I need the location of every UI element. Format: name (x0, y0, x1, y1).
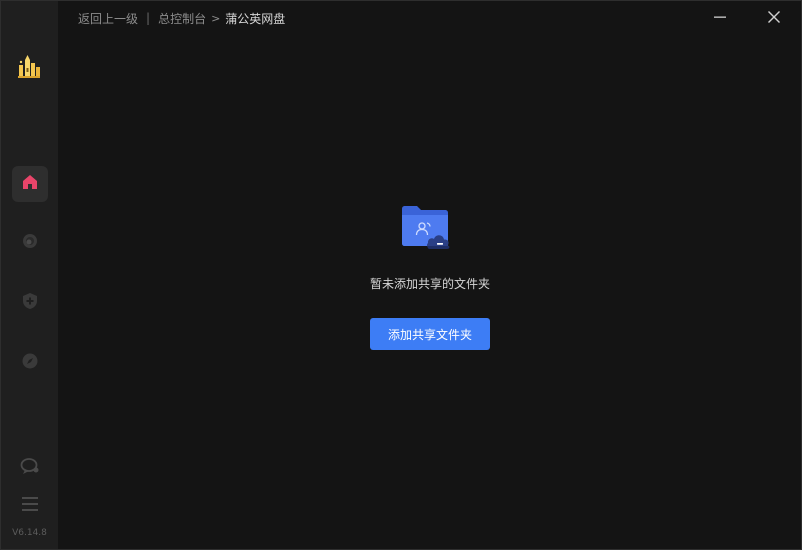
globe-icon (21, 232, 39, 254)
breadcrumb-separator: | (146, 11, 151, 25)
minimize-icon (713, 9, 727, 28)
home-icon (21, 173, 39, 195)
breadcrumb-current: 蒲公英网盘 (225, 11, 286, 26)
sidebar-item-discover[interactable] (12, 345, 48, 381)
empty-state-message: 暂未添加共享的文件夹 (369, 277, 490, 291)
close-icon (767, 9, 781, 28)
menu-icon (22, 496, 38, 515)
sidebar-item-menu[interactable] (12, 487, 48, 523)
back-link[interactable]: 返回上一级 (78, 10, 138, 27)
sidebar: V6.14.8 (1, 1, 58, 549)
compass-icon (21, 352, 39, 374)
add-shared-folder-button[interactable]: 添加共享文件夹 (370, 318, 490, 350)
breadcrumb-parent[interactable]: 总控制台 (158, 10, 206, 27)
version-label: V6.14.8 (12, 528, 47, 538)
minimize-button[interactable] (709, 7, 731, 29)
sidebar-item-chat[interactable] (12, 450, 48, 486)
sidebar-item-security[interactable] (12, 285, 48, 321)
app-window: V6.14.8 返回上一级 | 总控制台 > 蒲公英网盘 暂未添加共享的文件夹 … (0, 0, 802, 550)
shield-plus-icon (21, 292, 39, 314)
close-button[interactable] (763, 7, 785, 29)
shared-folder-cloud-icon (401, 205, 459, 251)
breadcrumb: 返回上一级 | 总控制台 > 蒲公英网盘 (78, 9, 285, 27)
breadcrumb-chevron: > (211, 11, 221, 25)
sidebar-item-home[interactable] (12, 166, 48, 202)
sidebar-item-network[interactable] (12, 225, 48, 261)
chat-icon (20, 457, 40, 479)
castle-logo-icon (16, 54, 42, 80)
